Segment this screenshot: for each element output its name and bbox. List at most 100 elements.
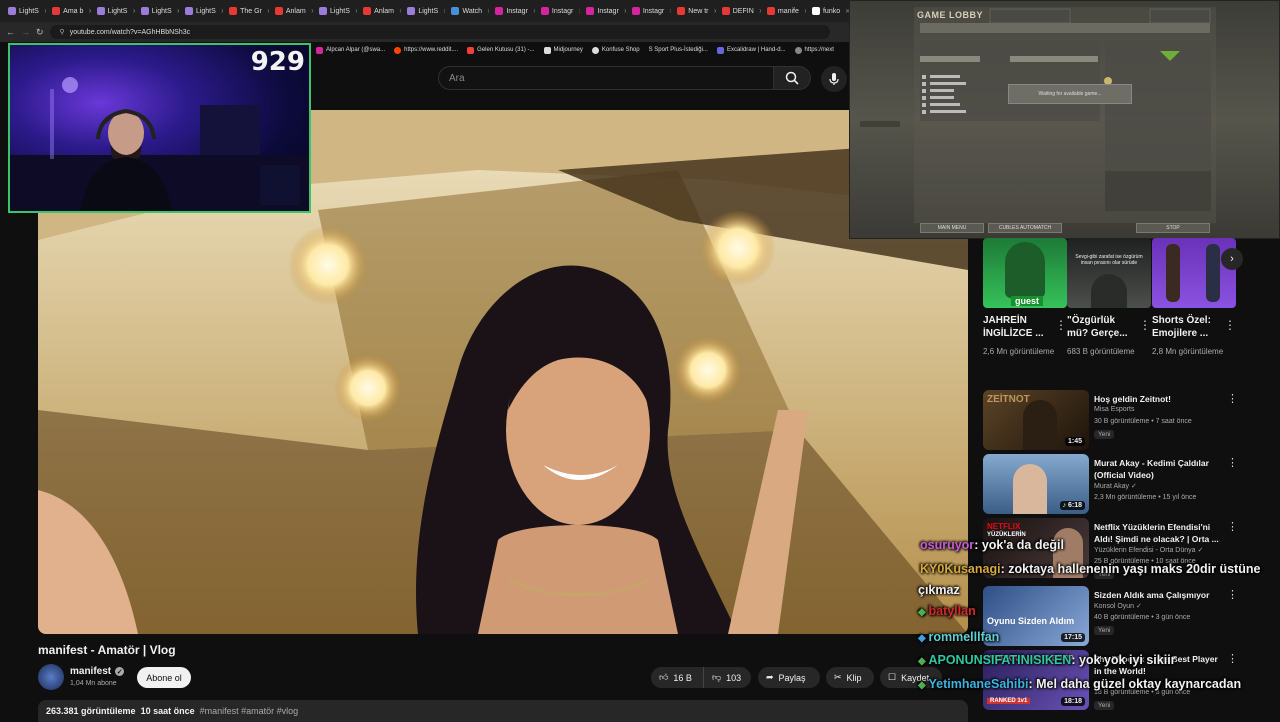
shorts-next-button[interactable]: › [1221, 248, 1243, 270]
tab-favicon-icon [540, 7, 549, 15]
bookmark-item[interactable]: Alpcan Alpar (@swa... [316, 46, 385, 54]
close-icon[interactable]: ✕ [759, 8, 761, 15]
site-info-icon[interactable]: ⚲ [60, 28, 65, 36]
browser-tab[interactable]: Instagr ✕ [582, 2, 626, 20]
scissors-icon: ✂ [834, 672, 842, 682]
close-icon[interactable]: ✕ [669, 8, 671, 15]
search-button[interactable] [773, 66, 811, 90]
close-icon[interactable]: ✕ [714, 8, 716, 15]
more-options-icon[interactable]: ⋮ [1227, 392, 1238, 405]
close-icon[interactable]: ✕ [578, 8, 580, 15]
webcam-overlay: 929 [8, 43, 311, 213]
more-options-icon[interactable]: ⋮ [1227, 588, 1238, 601]
close-icon[interactable]: ✕ [533, 8, 535, 15]
subscribe-button[interactable]: Abone ol [137, 667, 191, 688]
close-icon[interactable]: ✕ [399, 8, 401, 15]
chat-text: : zoktaya hallenenin yaşı maks 20dir üst… [1000, 562, 1261, 576]
short-thumbnail[interactable]: Sevgi-gibi zarafat ise özgürüm insan pır… [1067, 238, 1151, 308]
browser-tab[interactable]: LightS ✕ [181, 2, 223, 20]
short-thumbnail[interactable]: guest [983, 238, 1067, 308]
forward-icon[interactable]: → [21, 27, 30, 37]
browser-tab[interactable]: Instagr ✕ [537, 2, 580, 20]
avatar[interactable] [38, 664, 64, 690]
browser-tab[interactable]: manife ✕ [763, 2, 806, 20]
close-icon[interactable]: ✕ [88, 8, 90, 15]
recommended-video[interactable]: ZEİTNOT 1:45 Hoş geldin Zeitnot! Misa Es… [983, 390, 1238, 452]
more-options-icon[interactable]: ⋮ [1055, 318, 1067, 332]
url-field[interactable]: ⚲ youtube.com/watch?v=AGhHBbNSh3c [49, 25, 830, 39]
browser-tab[interactable]: Anlam ✕ [271, 2, 313, 20]
description-box[interactable]: 263.381 görüntüleme 10 saat önce #manife… [38, 700, 968, 722]
browser-tab[interactable]: Instagr ✕ [628, 2, 671, 20]
channel-name[interactable]: Murat Akay ✓ [1094, 482, 1137, 490]
close-icon[interactable]: ✕ [44, 8, 46, 15]
excalidraw-icon [716, 46, 724, 54]
share-icon: ➦ [766, 672, 774, 682]
more-options-icon[interactable]: ⋮ [1227, 520, 1238, 533]
more-options-icon[interactable]: ⋮ [1224, 318, 1236, 332]
bookmark-item[interactable]: Gelen Kutusu (31) -... [467, 46, 535, 54]
browser-tab[interactable]: LightS ✕ [93, 2, 135, 20]
short-item[interactable]: Sevgi-gibi zarafat ise özgürüm insan pır… [1067, 238, 1151, 358]
search-icon [785, 71, 799, 85]
bookmark-item[interactable]: Excalidraw | Hand-d... [716, 46, 786, 54]
browser-tab[interactable]: LightS ✕ [137, 2, 179, 20]
hashtags[interactable]: #manifest #amatör #vlog [200, 706, 299, 716]
more-options-icon[interactable]: ⋮ [1139, 318, 1151, 332]
video-thumbnail[interactable]: ZEİTNOT 1:45 [983, 390, 1089, 450]
short-views: 2,6 Mn görüntüleme [983, 347, 1055, 356]
bookmark-item[interactable]: Konfuse Shop [591, 46, 640, 54]
back-icon[interactable]: ← [6, 27, 15, 37]
like-button[interactable]: 👍︎ 16 B [651, 667, 703, 688]
lobby-main-menu-button[interactable]: MAIN MENU [920, 223, 984, 233]
browser-tab[interactable]: LightS ✕ [315, 2, 357, 20]
browser-tab[interactable]: The Gr ✕ [225, 2, 269, 20]
channel-name[interactable]: Yüzüklerin Efendisi - Orta Dünya ✓ [1094, 546, 1203, 554]
close-icon[interactable]: ✕ [624, 8, 626, 15]
lobby-automatch-button[interactable]: CUBLES AUTOMATCH [988, 223, 1062, 233]
browser-tab[interactable]: Anlam ✕ [359, 2, 401, 20]
bookmark-item[interactable]: S Sport Plus-İstediği... [649, 47, 708, 53]
close-icon[interactable]: ✕ [804, 8, 806, 15]
close-icon[interactable]: ✕ [487, 8, 489, 15]
search-input[interactable]: Ara [438, 66, 774, 90]
channel-name[interactable]: manifest ✓ [70, 666, 125, 677]
chat-badge-icon: ◆ [918, 680, 929, 691]
close-icon[interactable]: ✕ [221, 8, 223, 15]
close-icon[interactable]: ✕ [311, 8, 313, 15]
browser-tab[interactable]: LightS ✕ [4, 2, 46, 20]
channel-name[interactable]: Konsol Oyun ✓ [1094, 602, 1142, 610]
recommended-video[interactable]: ♪ 6:18 Murat Akay - Kedimi Çaldılar (Off… [983, 454, 1238, 516]
bookmark-item[interactable]: https://www.reddit.... [394, 46, 458, 54]
browser-tab[interactable]: LightS ✕ [403, 2, 445, 20]
browser-tab[interactable]: funko ✕ [808, 2, 850, 20]
channel-name[interactable]: Misa Esports [1094, 406, 1134, 413]
voice-search-button[interactable] [821, 66, 847, 92]
share-button[interactable]: ➦ Paylaş [758, 667, 820, 688]
clip-button[interactable]: ✂ Klip [826, 667, 874, 688]
browser-tab[interactable]: Watch ✕ [447, 2, 489, 20]
close-icon[interactable]: ✕ [177, 8, 179, 15]
more-options-icon[interactable]: ⋮ [1227, 652, 1238, 665]
close-icon[interactable]: ✕ [267, 8, 269, 15]
bookmark-item[interactable]: https://next [794, 46, 834, 54]
browser-tab[interactable]: DEFIN ✕ [718, 2, 761, 20]
close-icon[interactable]: ✕ [132, 8, 134, 15]
short-thumbnail[interactable] [1152, 238, 1236, 308]
video-thumbnail[interactable]: ♪ 6:18 [983, 454, 1089, 514]
short-views: 2,8 Mn görüntüleme [1152, 347, 1224, 356]
more-options-icon[interactable]: ⋮ [1227, 456, 1238, 469]
instagram-icon [316, 46, 323, 54]
close-icon[interactable]: ✕ [443, 8, 445, 15]
tab-favicon-icon [677, 7, 686, 15]
recommended-video[interactable]: Oyunu Sizden Aldım 17:15 Sizden Aldık am… [983, 586, 1238, 648]
browser-tab[interactable]: Instagr ✕ [491, 2, 535, 20]
bookmark-item[interactable]: Midjourney [543, 46, 583, 54]
dislike-button[interactable]: 👎︎ 103 [703, 667, 751, 688]
browser-tab[interactable]: New tr ✕ [673, 2, 716, 20]
close-icon[interactable]: ✕ [355, 8, 357, 15]
browser-tab[interactable]: Ama b ✕ [48, 2, 91, 20]
short-item[interactable]: guest JAHREİN İNGİLİZCE ... 2,6 Mn görün… [983, 238, 1067, 358]
reload-icon[interactable]: ↻ [36, 27, 44, 38]
lobby-stop-button[interactable]: STOP [1136, 223, 1210, 233]
